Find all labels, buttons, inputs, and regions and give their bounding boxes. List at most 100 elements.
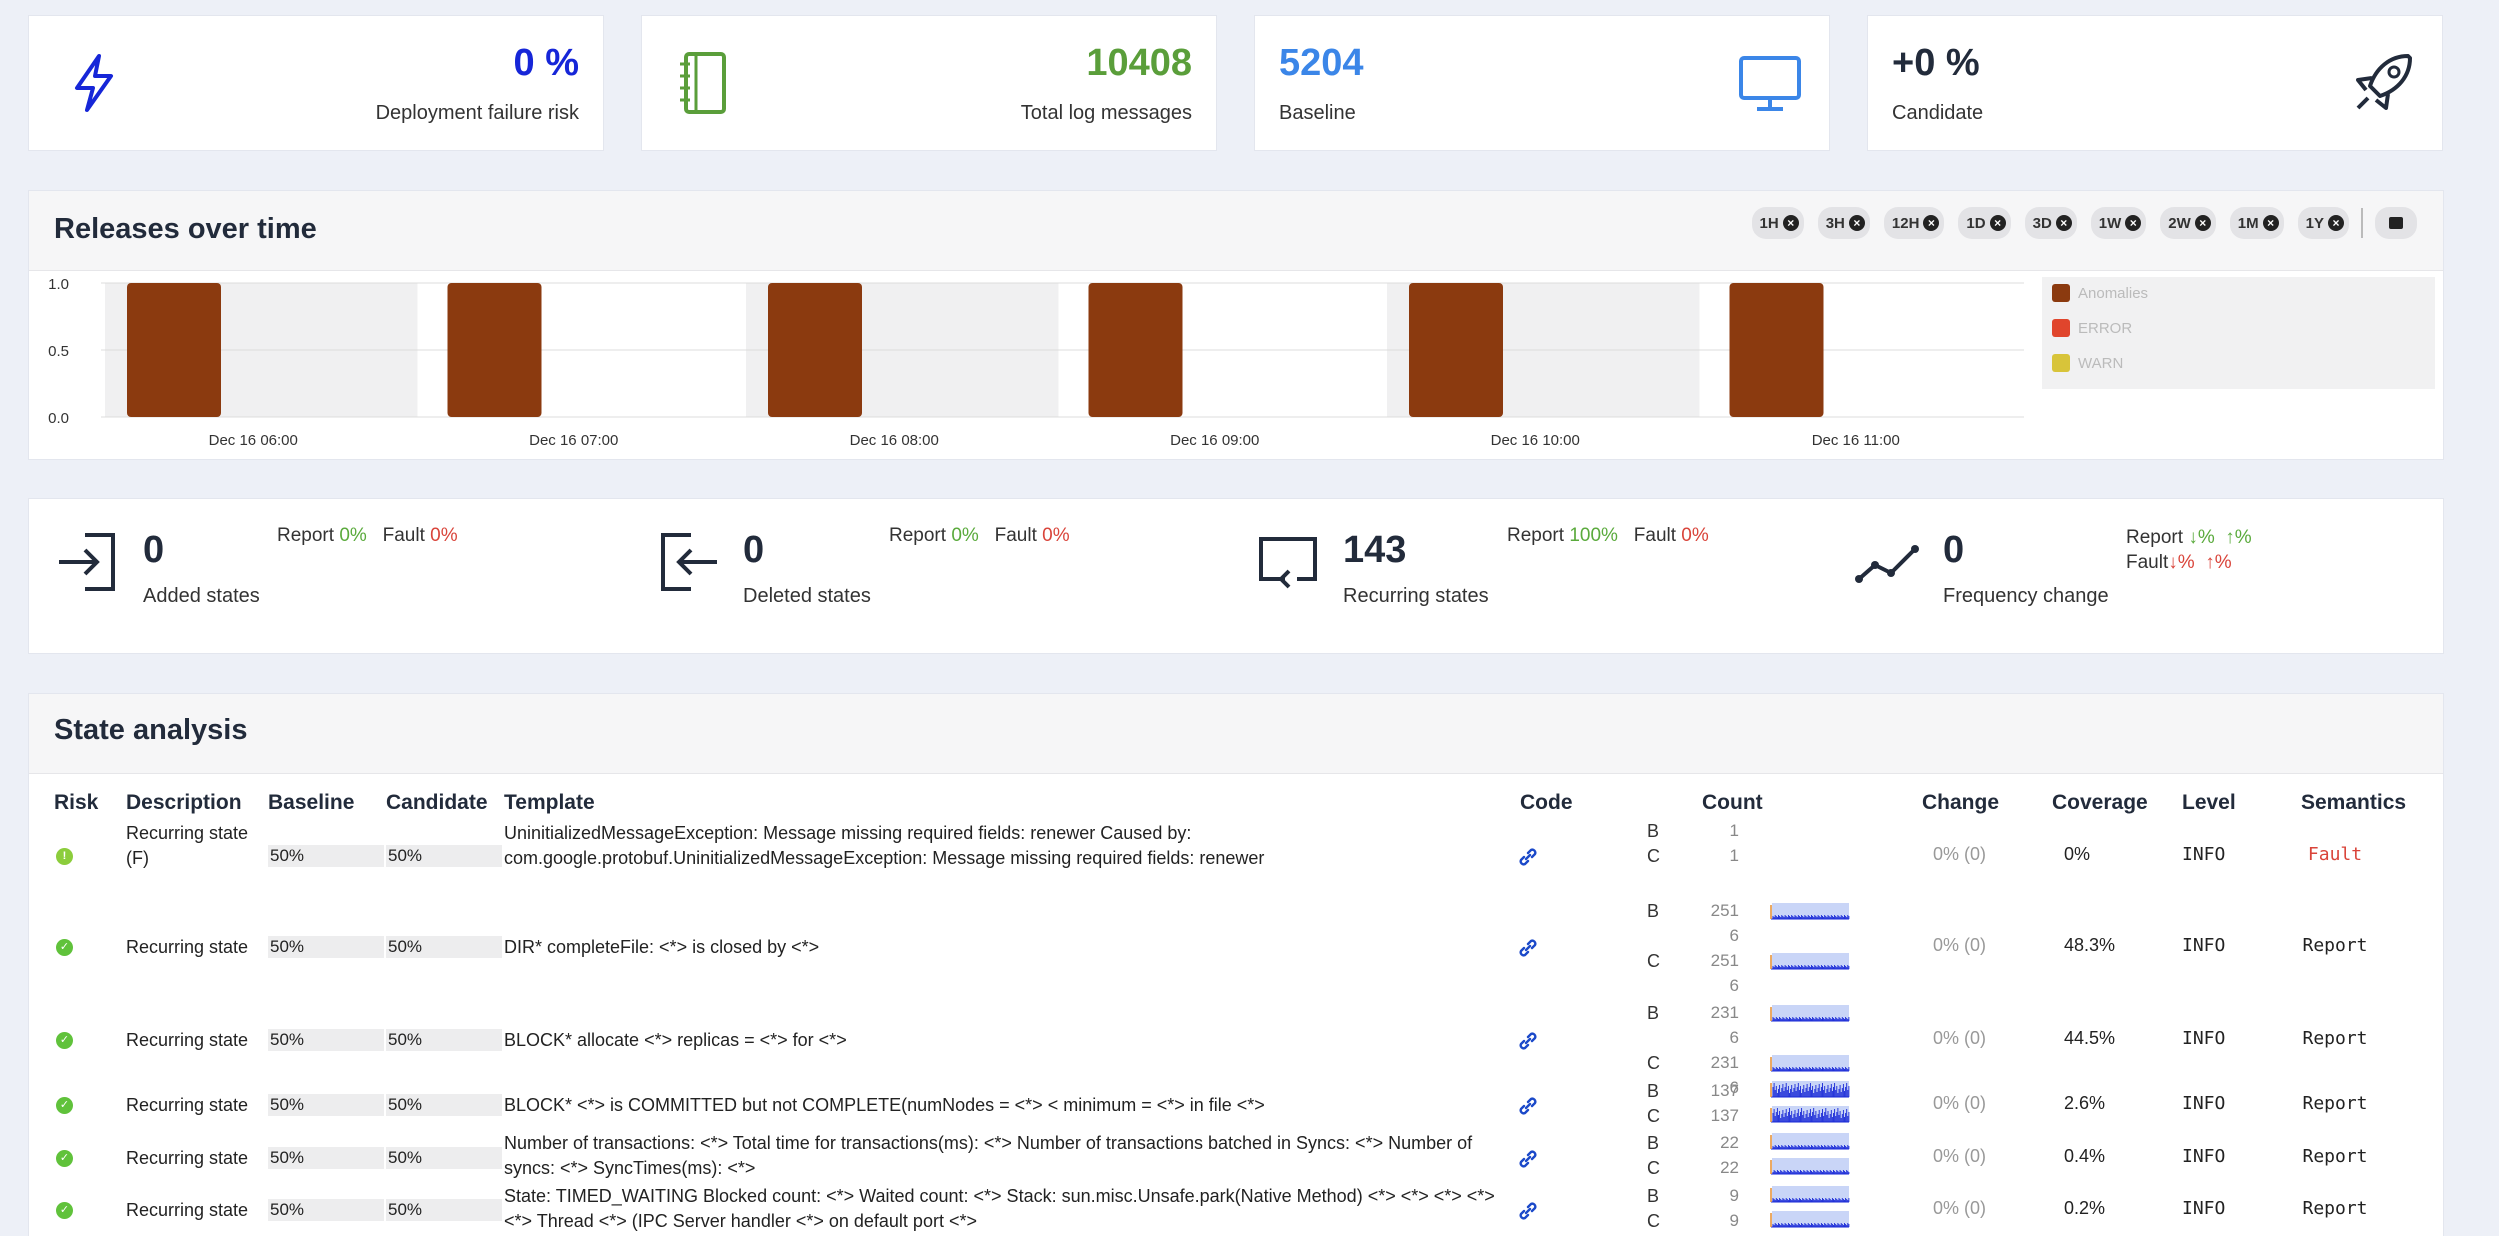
coverage-value: 48.3%: [2064, 935, 2116, 955]
candidate-count: 251: [1710, 951, 1739, 970]
range-pill-3h[interactable]: 3H ×: [1817, 207, 1870, 239]
legend-item-warn[interactable]: WARN: [2052, 354, 2123, 372]
candidate-count: 231: [1710, 1053, 1739, 1072]
close-icon[interactable]: ×: [2262, 215, 2279, 231]
col-header-level[interactable]: Level: [2182, 791, 2236, 815]
rocket-icon: [2356, 54, 2412, 110]
candidate-sparkline: [1769, 1154, 1851, 1181]
state-count: 0: [1943, 529, 1965, 571]
monitor-icon: [1739, 56, 1801, 111]
state-count: 143: [1343, 529, 1407, 571]
range-pill-1h[interactable]: 1H ×: [1751, 207, 1804, 239]
baseline-marker: B: [1647, 1133, 1660, 1153]
frequency-change: 0 Frequency change Report ↓% ↑% Fault↓% …: [1829, 499, 2445, 655]
link-icon[interactable]: [1517, 1200, 1539, 1222]
candidate-marker: C: [1647, 846, 1660, 866]
col-header-baseline[interactable]: Baseline: [268, 791, 354, 815]
col-header-description[interactable]: Description: [126, 791, 242, 815]
report-label: Report: [1507, 525, 1565, 546]
col-header-change[interactable]: Change: [1922, 791, 1999, 815]
fault-label: Fault: [2126, 552, 2169, 573]
range-pill-3d[interactable]: 3D ×: [2024, 207, 2077, 239]
close-icon[interactable]: ×: [2125, 215, 2142, 231]
fault-down-value: %: [2177, 552, 2195, 573]
bar-anomalies: [768, 283, 862, 417]
divider: [2361, 208, 2363, 238]
baseline-percent: 50%: [268, 1199, 384, 1221]
candidate-count: 1: [1729, 846, 1739, 865]
added-states: 0 Added states Report 0% Fault 0%: [29, 499, 629, 655]
baseline-marker: B: [1647, 901, 1660, 921]
legend-item-anomalies[interactable]: Anomalies: [2052, 284, 2148, 302]
fault-label: Fault: [994, 525, 1037, 546]
kpi-label: Candidate: [1892, 102, 1984, 124]
range-filters: 1H × 3H × 12H × 1D × 3D × 1W × 2W × 1M × 1Y ×: [1738, 207, 2417, 239]
kpi-value: 10408: [1086, 42, 1192, 84]
col-header-risk[interactable]: Risk: [54, 791, 98, 815]
candidate-count-secondary: 6: [1729, 976, 1739, 995]
link-icon[interactable]: [1517, 937, 1539, 959]
change-value: 0% (0): [1933, 1145, 1987, 1166]
bar-anomalies: [447, 283, 542, 417]
calendar-button[interactable]: [2375, 207, 2417, 239]
link-icon[interactable]: [1517, 1148, 1539, 1170]
legend-item-error[interactable]: ERROR: [2052, 319, 2132, 337]
baseline-percent: 50%: [268, 1029, 384, 1051]
range-pill-1m[interactable]: 1M ×: [2229, 207, 2284, 239]
row-description: Recurring state: [126, 1147, 249, 1168]
row-description: Recurring state (F): [126, 823, 249, 868]
col-header-candidate[interactable]: Candidate: [386, 791, 488, 815]
legend-swatch: [2052, 284, 2070, 302]
state-analysis-title: State analysis: [54, 714, 248, 746]
risk-status-icon: ✓: [56, 939, 73, 956]
baseline-percent: 50%: [268, 1146, 384, 1169]
x-tick-label: Dec 16 08:00: [850, 432, 939, 449]
kpi-label: Total log messages: [1020, 102, 1192, 124]
close-icon[interactable]: ×: [1989, 215, 2006, 231]
fault-label: Fault: [1633, 525, 1677, 546]
legend-swatch: [2052, 319, 2070, 337]
col-header-coverage[interactable]: Coverage: [2052, 791, 2148, 815]
col-header-template[interactable]: Template: [504, 791, 595, 815]
level-value: INFO: [2182, 1093, 2226, 1114]
close-icon[interactable]: ×: [1923, 215, 1940, 231]
link-icon[interactable]: [1517, 846, 1539, 868]
close-icon[interactable]: ×: [1782, 215, 1799, 231]
close-icon[interactable]: ×: [2194, 215, 2211, 231]
col-header-code[interactable]: Code: [1520, 791, 1573, 815]
baseline-percent: 50%: [268, 1094, 384, 1116]
col-header-semantics[interactable]: Semantics: [2301, 791, 2406, 815]
risk-status-icon: !: [56, 848, 73, 865]
candidate-sparkline: [1769, 949, 1851, 976]
range-label: 12H: [1891, 214, 1920, 232]
col-header-count[interactable]: Count: [1702, 791, 1763, 815]
range-pill-2w[interactable]: 2W ×: [2160, 207, 2216, 239]
range-pill-1d[interactable]: 1D ×: [1958, 207, 2011, 239]
close-icon[interactable]: ×: [2328, 215, 2344, 231]
coverage-value: 0.4%: [2064, 1145, 2106, 1166]
link-icon[interactable]: [1517, 1030, 1539, 1052]
arrow-down-icon: ↓: [2168, 552, 2178, 573]
close-icon[interactable]: ×: [2055, 215, 2072, 231]
baseline-count: 231: [1710, 1003, 1739, 1022]
report-label: Report: [277, 525, 335, 546]
recurring-states: 143 Recurring states Report 100% Fault 0…: [1229, 499, 1829, 655]
kpi-label: Deployment failure risk: [375, 102, 579, 124]
range-pill-1y[interactable]: 1Y ×: [2297, 207, 2349, 239]
legend-label: WARN: [2078, 354, 2124, 372]
state-label: Frequency change: [1943, 585, 2109, 607]
link-icon[interactable]: [1517, 1095, 1539, 1117]
chart-legend: Anomalies ERROR WARN: [2042, 277, 2435, 389]
range-pill-12h[interactable]: 12H ×: [1883, 207, 1945, 239]
kpi-label: Baseline: [1279, 102, 1356, 124]
range-label: 3H: [1825, 214, 1845, 232]
baseline-marker: B: [1647, 1186, 1660, 1206]
row-template: State: TIMED_WAITING Blocked count: <*> …: [504, 1186, 1495, 1231]
semantics-value: Report: [2302, 1198, 2368, 1219]
kpi-value: +0 %: [1892, 42, 1980, 84]
close-icon[interactable]: ×: [1848, 215, 1865, 231]
range-pill-1w[interactable]: 1W ×: [2090, 207, 2147, 239]
report-value: 0%: [951, 525, 979, 546]
state-label: Added states: [143, 585, 260, 607]
candidate-percent: 50%: [386, 1029, 502, 1051]
